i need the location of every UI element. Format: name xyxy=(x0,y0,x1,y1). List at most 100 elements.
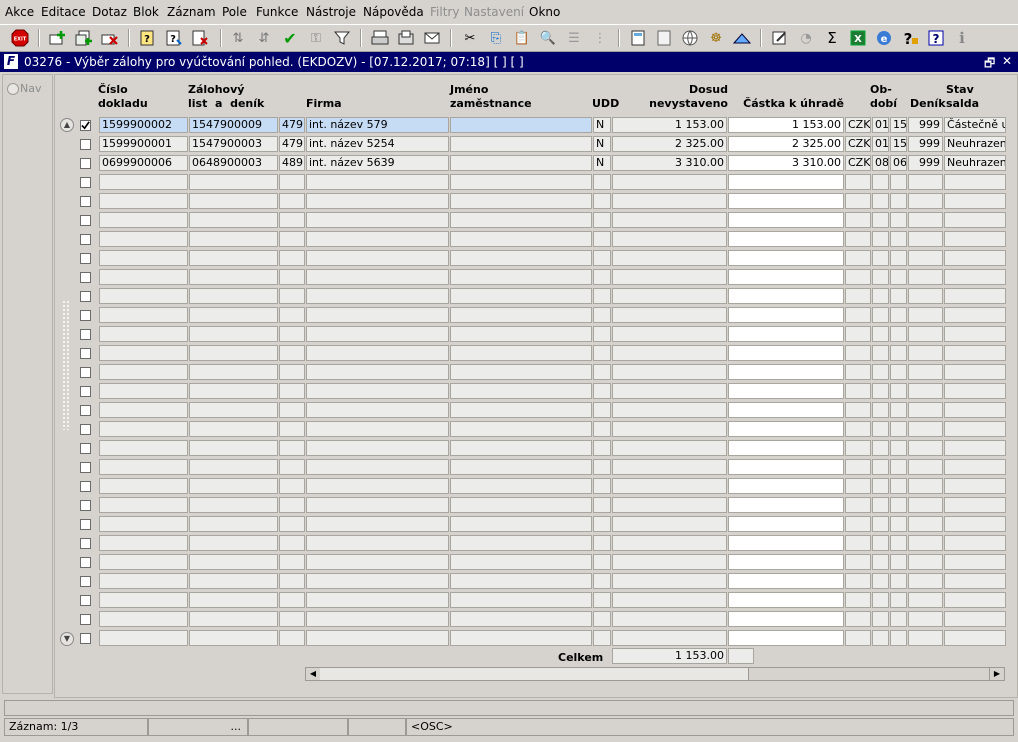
cell-jmeno[interactable] xyxy=(450,326,592,342)
cell-castka[interactable] xyxy=(728,383,844,399)
cell-zal[interactable] xyxy=(189,630,278,646)
cell-denik[interactable] xyxy=(908,421,943,437)
cell-dosud[interactable] xyxy=(612,535,727,551)
cell-castka[interactable] xyxy=(728,630,844,646)
cell-firma[interactable]: int. název 5254 xyxy=(306,136,449,152)
cancel-query-icon[interactable] xyxy=(190,28,210,48)
info-icon[interactable]: ℹ xyxy=(952,28,972,48)
cell-cislo[interactable] xyxy=(99,402,188,418)
cell-ob1[interactable] xyxy=(872,402,889,418)
cell-firma[interactable]: int. název 579 xyxy=(306,117,449,133)
menu-item[interactable]: Editace xyxy=(41,5,86,19)
cell-ob2[interactable] xyxy=(890,440,907,456)
cell-ob2[interactable] xyxy=(890,630,907,646)
row-checkbox[interactable] xyxy=(80,481,91,492)
cell-ob1[interactable] xyxy=(872,592,889,608)
cell-ob2[interactable] xyxy=(890,345,907,361)
cell-castka[interactable] xyxy=(728,535,844,551)
cell-zal[interactable] xyxy=(189,478,278,494)
menu-item[interactable]: Nástroje xyxy=(306,5,356,19)
cell-cislo[interactable]: 1599900001 xyxy=(99,136,188,152)
cell-fnum[interactable]: 479 xyxy=(279,136,305,152)
cell-jmeno[interactable] xyxy=(450,440,592,456)
cell-udd[interactable] xyxy=(593,497,611,513)
cell-ob1[interactable] xyxy=(872,231,889,247)
cell-udd[interactable]: N xyxy=(593,136,611,152)
cell-fnum[interactable] xyxy=(279,193,305,209)
cell-ob2[interactable]: 15 xyxy=(890,136,907,152)
cell-denik[interactable]: 999 xyxy=(908,155,943,171)
cell-zal[interactable]: 1547900009 xyxy=(189,117,278,133)
cell-mena[interactable] xyxy=(845,497,871,513)
cell-mena[interactable] xyxy=(845,440,871,456)
cell-ob1[interactable] xyxy=(872,193,889,209)
cell-cislo[interactable] xyxy=(99,174,188,190)
cell-dosud[interactable] xyxy=(612,345,727,361)
menu-item[interactable]: Nastavení xyxy=(464,5,524,19)
cell-mena[interactable] xyxy=(845,269,871,285)
cell-jmeno[interactable] xyxy=(450,478,592,494)
cell-denik[interactable] xyxy=(908,383,943,399)
cell-castka[interactable] xyxy=(728,421,844,437)
cell-ob2[interactable] xyxy=(890,402,907,418)
row-checkbox[interactable] xyxy=(80,405,91,416)
cell-ob1[interactable] xyxy=(872,440,889,456)
cell-jmeno[interactable] xyxy=(450,155,592,171)
menu-item[interactable]: Pole xyxy=(222,5,247,19)
row-checkbox[interactable] xyxy=(80,500,91,511)
cell-jmeno[interactable] xyxy=(450,364,592,380)
cell-cislo[interactable] xyxy=(99,231,188,247)
cell-stav[interactable] xyxy=(944,497,1006,513)
cell-castka[interactable] xyxy=(728,478,844,494)
scroll-down-icon[interactable]: ▼ xyxy=(60,632,74,646)
cell-ob1[interactable] xyxy=(872,535,889,551)
cell-denik[interactable] xyxy=(908,630,943,646)
cell-ob1[interactable] xyxy=(872,630,889,646)
cell-ob2[interactable] xyxy=(890,421,907,437)
cell-mena[interactable] xyxy=(845,307,871,323)
cell-udd[interactable] xyxy=(593,174,611,190)
cell-denik[interactable] xyxy=(908,174,943,190)
cell-mena[interactable] xyxy=(845,288,871,304)
cell-udd[interactable] xyxy=(593,611,611,627)
cell-fnum[interactable] xyxy=(279,250,305,266)
cell-denik[interactable] xyxy=(908,307,943,323)
cell-cislo[interactable]: 1599900002 xyxy=(99,117,188,133)
cell-udd[interactable] xyxy=(593,592,611,608)
cell-fnum[interactable] xyxy=(279,307,305,323)
cell-ob2[interactable] xyxy=(890,288,907,304)
cell-stav[interactable] xyxy=(944,554,1006,570)
cell-firma[interactable] xyxy=(306,516,449,532)
cell-firma[interactable] xyxy=(306,421,449,437)
cell-ob2[interactable] xyxy=(890,174,907,190)
cell-castka[interactable] xyxy=(728,592,844,608)
cell-mena[interactable] xyxy=(845,402,871,418)
cell-stav[interactable] xyxy=(944,174,1006,190)
cell-denik[interactable]: 999 xyxy=(908,136,943,152)
cell-jmeno[interactable] xyxy=(450,345,592,361)
chart-icon[interactable] xyxy=(732,28,752,48)
cell-castka[interactable] xyxy=(728,193,844,209)
cell-ob2[interactable] xyxy=(890,383,907,399)
cell-denik[interactable] xyxy=(908,516,943,532)
sort-asc-icon[interactable]: ⇅ xyxy=(228,28,248,48)
cell-mena[interactable] xyxy=(845,364,871,380)
cell-denik[interactable] xyxy=(908,193,943,209)
cell-udd[interactable] xyxy=(593,573,611,589)
cell-firma[interactable] xyxy=(306,269,449,285)
cell-dosud[interactable] xyxy=(612,554,727,570)
cell-denik[interactable] xyxy=(908,269,943,285)
row-checkbox[interactable] xyxy=(80,120,91,131)
cell-cislo[interactable] xyxy=(99,592,188,608)
cell-ob2[interactable] xyxy=(890,611,907,627)
cell-zal[interactable] xyxy=(189,231,278,247)
cell-dosud[interactable] xyxy=(612,269,727,285)
cell-stav[interactable] xyxy=(944,459,1006,475)
cell-castka[interactable] xyxy=(728,307,844,323)
cell-castka[interactable] xyxy=(728,459,844,475)
row-checkbox[interactable] xyxy=(80,310,91,321)
cell-cislo[interactable] xyxy=(99,478,188,494)
row-checkbox[interactable] xyxy=(80,424,91,435)
cell-denik[interactable] xyxy=(908,497,943,513)
cell-firma[interactable] xyxy=(306,212,449,228)
